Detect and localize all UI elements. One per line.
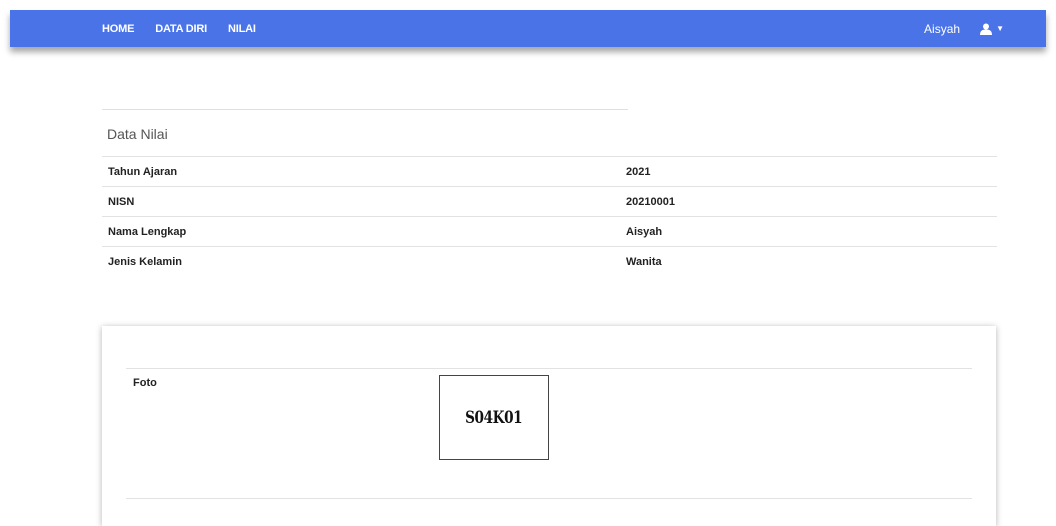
- table-row: Nama Lengkap Aisyah: [102, 216, 997, 247]
- card-divider-top: [126, 368, 972, 369]
- nav-link-data-diri[interactable]: DATA DIRI: [155, 23, 207, 35]
- user-name[interactable]: Aisyah: [924, 22, 960, 36]
- section-divider: [102, 109, 628, 110]
- top-navbar: HOME DATA DIRI NILAI Aisyah ▼: [10, 10, 1046, 47]
- photo-image-text: S04K01: [465, 407, 523, 428]
- table-row: Jenis Kelamin Wanita: [102, 246, 997, 276]
- nav-links: HOME DATA DIRI NILAI: [102, 10, 277, 47]
- student-photo: S04K01: [439, 375, 549, 460]
- nav-user-area: Aisyah ▼: [924, 10, 1004, 47]
- user-menu-toggle[interactable]: ▼: [980, 23, 1004, 35]
- nav-link-home[interactable]: HOME: [102, 23, 134, 35]
- row-label: Nama Lengkap: [102, 216, 622, 247]
- row-label: Tahun Ajaran: [102, 156, 622, 187]
- row-value: 20210001: [622, 186, 997, 217]
- student-info-table: Tahun Ajaran 2021 NISN 20210001 Nama Len…: [102, 156, 997, 276]
- card-divider-bottom: [126, 498, 972, 499]
- row-value: Aisyah: [622, 216, 997, 247]
- table-row: NISN 20210001: [102, 186, 997, 217]
- user-icon: [980, 23, 993, 35]
- photo-card: Foto S04K01: [102, 326, 996, 526]
- photo-label: Foto: [133, 377, 157, 389]
- row-value: 2021: [622, 156, 997, 187]
- section-title: Data Nilai: [107, 126, 168, 142]
- table-row: Tahun Ajaran 2021: [102, 156, 997, 187]
- row-label: NISN: [102, 186, 622, 217]
- row-label: Jenis Kelamin: [102, 246, 622, 276]
- caret-down-icon: ▼: [996, 24, 1004, 33]
- nav-link-nilai[interactable]: NILAI: [228, 23, 256, 35]
- row-value: Wanita: [622, 246, 997, 276]
